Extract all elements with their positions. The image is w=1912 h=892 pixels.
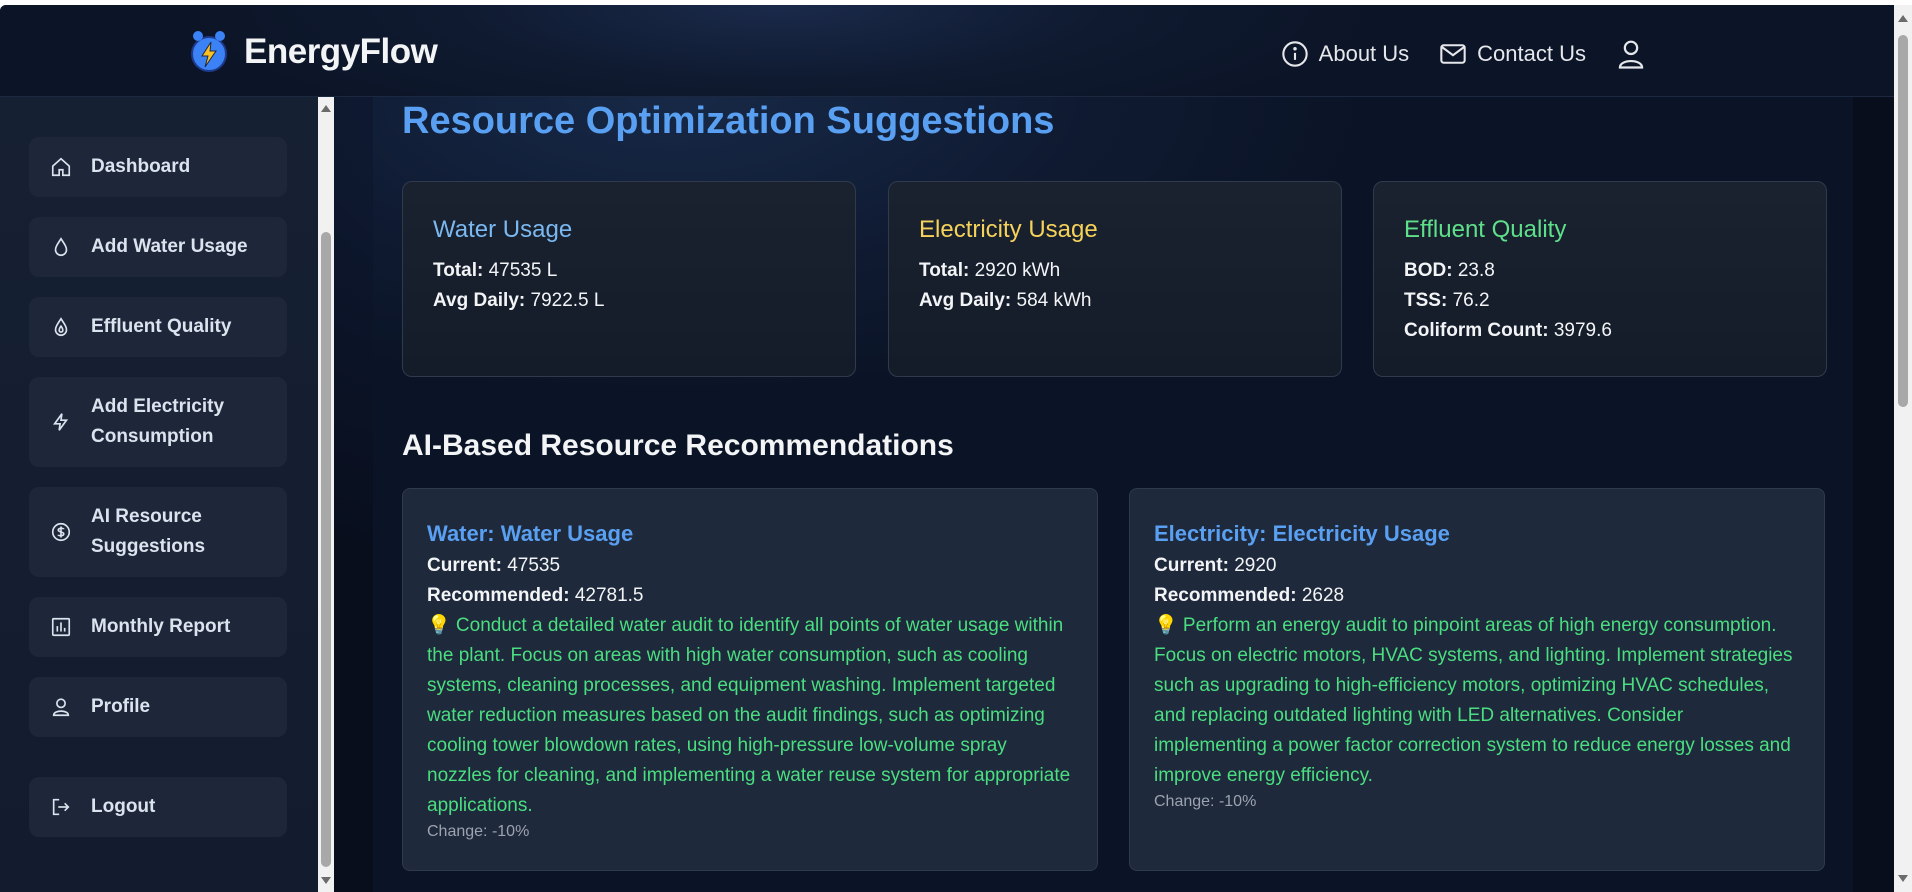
sidebar-item-add-electricity-consumption[interactable]: Add Electricity Consumption	[29, 377, 287, 467]
user-icon	[49, 695, 73, 719]
sidebar-item-label: Add Electricity Consumption	[91, 396, 225, 447]
electricity-total-label: Total:	[919, 260, 970, 281]
recommendation-text: 💡 Perform an energy audit to pinpoint ar…	[1154, 615, 1793, 786]
scroll-down-arrow-icon[interactable]	[1898, 875, 1908, 882]
water-total-row: Total: 47535 L	[433, 256, 825, 286]
bolt-icon	[49, 410, 73, 434]
page-title: Resource Optimization Suggestions	[402, 100, 1055, 142]
sidebar-item-effluent-quality[interactable]: Effluent Quality	[29, 297, 287, 357]
coliform-row: Coliform Count: 3979.6	[1404, 316, 1796, 346]
bar-chart-icon	[49, 615, 73, 639]
tss-label: TSS:	[1404, 290, 1448, 311]
recommendation-title: Electricity: Electricity Usage	[1154, 521, 1450, 546]
water-recommendation-card: Water: Water Usage Current: 47535 Recomm…	[402, 488, 1098, 871]
sidebar-scrollbar-thumb[interactable]	[321, 232, 331, 867]
top-nav-links: About Us Contact Us	[1281, 38, 1646, 70]
sidebar-item-add-water-usage[interactable]: Add Water Usage	[29, 217, 287, 277]
scroll-up-arrow-icon[interactable]	[1898, 15, 1908, 22]
effluent-quality-title: Effluent Quality	[1404, 216, 1567, 243]
recommended-row: Recommended: 2628	[1154, 581, 1800, 611]
brand[interactable]: EnergyFlow	[184, 27, 438, 77]
tss-value: 76.2	[1452, 290, 1490, 311]
about-us-link[interactable]: About Us	[1281, 40, 1410, 68]
bod-value: 23.8	[1457, 260, 1495, 281]
user-icon	[1618, 40, 1644, 69]
recommended-value: 42781.5	[574, 585, 644, 606]
electricity-total-row: Total: 2920 kWh	[919, 256, 1311, 286]
home-icon	[49, 155, 73, 179]
app-window: EnergyFlow About Us Contact Us Dashboard…	[0, 5, 1894, 892]
sidebar-item-label: Effluent Quality	[91, 316, 232, 337]
sidebar-item-label: Add Water Usage	[91, 236, 248, 257]
current-row: Current: 47535	[427, 551, 1073, 581]
mail-icon	[1440, 44, 1466, 64]
water-avg-value: 7922.5 L	[530, 290, 605, 311]
electricity-avg-label: Avg Daily:	[919, 290, 1012, 311]
tss-row: TSS: 76.2	[1404, 286, 1796, 316]
window-scrollbar[interactable]	[1894, 5, 1912, 892]
electricity-usage-card: Electricity Usage Total: 2920 kWh Avg Da…	[888, 181, 1342, 377]
change-label: Change: -10%	[427, 823, 530, 840]
electricity-avg-value: 584 kWh	[1016, 290, 1092, 311]
user-menu-button[interactable]	[1616, 38, 1646, 70]
sidebar-item-dashboard[interactable]: Dashboard	[29, 137, 287, 197]
water-total-value: 47535 L	[488, 260, 558, 281]
electricity-usage-title: Electricity Usage	[919, 216, 1098, 243]
current-label: Current:	[427, 555, 502, 576]
logout-icon	[49, 795, 73, 819]
sidebar: Dashboard Add Water Usage Effluent Quali…	[0, 97, 318, 892]
brand-name: EnergyFlow	[244, 32, 438, 71]
dollar-circle-icon	[49, 520, 73, 544]
water-usage-title: Water Usage	[433, 216, 573, 243]
electricity-recommendation-card: Electricity: Electricity Usage Current: …	[1129, 488, 1825, 871]
energyflow-logo-icon	[191, 31, 227, 72]
sidebar-scrollbar[interactable]	[318, 97, 334, 892]
current-value: 2920	[1234, 555, 1277, 576]
scroll-up-arrow-icon[interactable]	[321, 105, 331, 112]
droplet-icon	[49, 235, 73, 259]
water-usage-card: Water Usage Total: 47535 L Avg Daily: 79…	[402, 181, 856, 377]
bod-row: BOD: 23.8	[1404, 256, 1796, 286]
sidebar-item-label: Profile	[91, 696, 151, 717]
sidebar-item-logout[interactable]: Logout	[29, 777, 287, 837]
current-row: Current: 2920	[1154, 551, 1800, 581]
recommendation-title: Water: Water Usage	[427, 521, 634, 546]
electricity-total-value: 2920 kWh	[974, 260, 1061, 281]
water-total-label: Total:	[433, 260, 484, 281]
recommendation-text: 💡 Conduct a detailed water audit to iden…	[427, 615, 1071, 816]
flame-drop-icon	[49, 315, 73, 339]
sidebar-item-label: Logout	[91, 796, 156, 817]
sidebar-item-ai-resource-suggestions[interactable]: AI Resource Suggestions	[29, 487, 287, 577]
sidebar-item-label: Dashboard	[91, 156, 191, 177]
effluent-quality-card: Effluent Quality BOD: 23.8 TSS: 76.2 Col…	[1373, 181, 1827, 377]
suggestions-panel: Resource Optimization Suggestions Water …	[373, 97, 1853, 892]
recommended-value: 2628	[1301, 585, 1345, 606]
info-icon	[1281, 41, 1308, 67]
main-content: Resource Optimization Suggestions Water …	[334, 97, 1894, 892]
sidebar-item-profile[interactable]: Profile	[29, 677, 287, 737]
bod-label: BOD:	[1404, 260, 1453, 281]
recommended-label: Recommended:	[1154, 585, 1297, 606]
window-scrollbar-thumb[interactable]	[1898, 35, 1908, 407]
coliform-label: Coliform Count:	[1404, 320, 1549, 341]
contact-us-link[interactable]: Contact Us	[1439, 40, 1586, 68]
recommended-row: Recommended: 42781.5	[427, 581, 1073, 611]
electricity-avg-row: Avg Daily: 584 kWh	[919, 286, 1311, 316]
sidebar-item-monthly-report[interactable]: Monthly Report	[29, 597, 287, 657]
about-us-label: About Us	[1318, 41, 1410, 66]
coliform-value: 3979.6	[1553, 320, 1612, 341]
water-avg-row: Avg Daily: 7922.5 L	[433, 286, 825, 316]
water-avg-label: Avg Daily:	[433, 290, 526, 311]
change-label: Change: -10%	[1154, 793, 1257, 810]
scroll-down-arrow-icon[interactable]	[321, 877, 331, 884]
recommendations-section-title: AI-Based Resource Recommendations	[402, 429, 954, 462]
top-navbar: EnergyFlow About Us Contact Us	[0, 5, 1894, 97]
recommended-label: Recommended:	[427, 585, 570, 606]
current-value: 47535	[507, 555, 561, 576]
current-label: Current:	[1154, 555, 1229, 576]
contact-us-label: Contact Us	[1477, 41, 1586, 66]
sidebar-item-label: Monthly Report	[91, 616, 231, 637]
sidebar-item-label: AI Resource Suggestions	[91, 506, 206, 557]
